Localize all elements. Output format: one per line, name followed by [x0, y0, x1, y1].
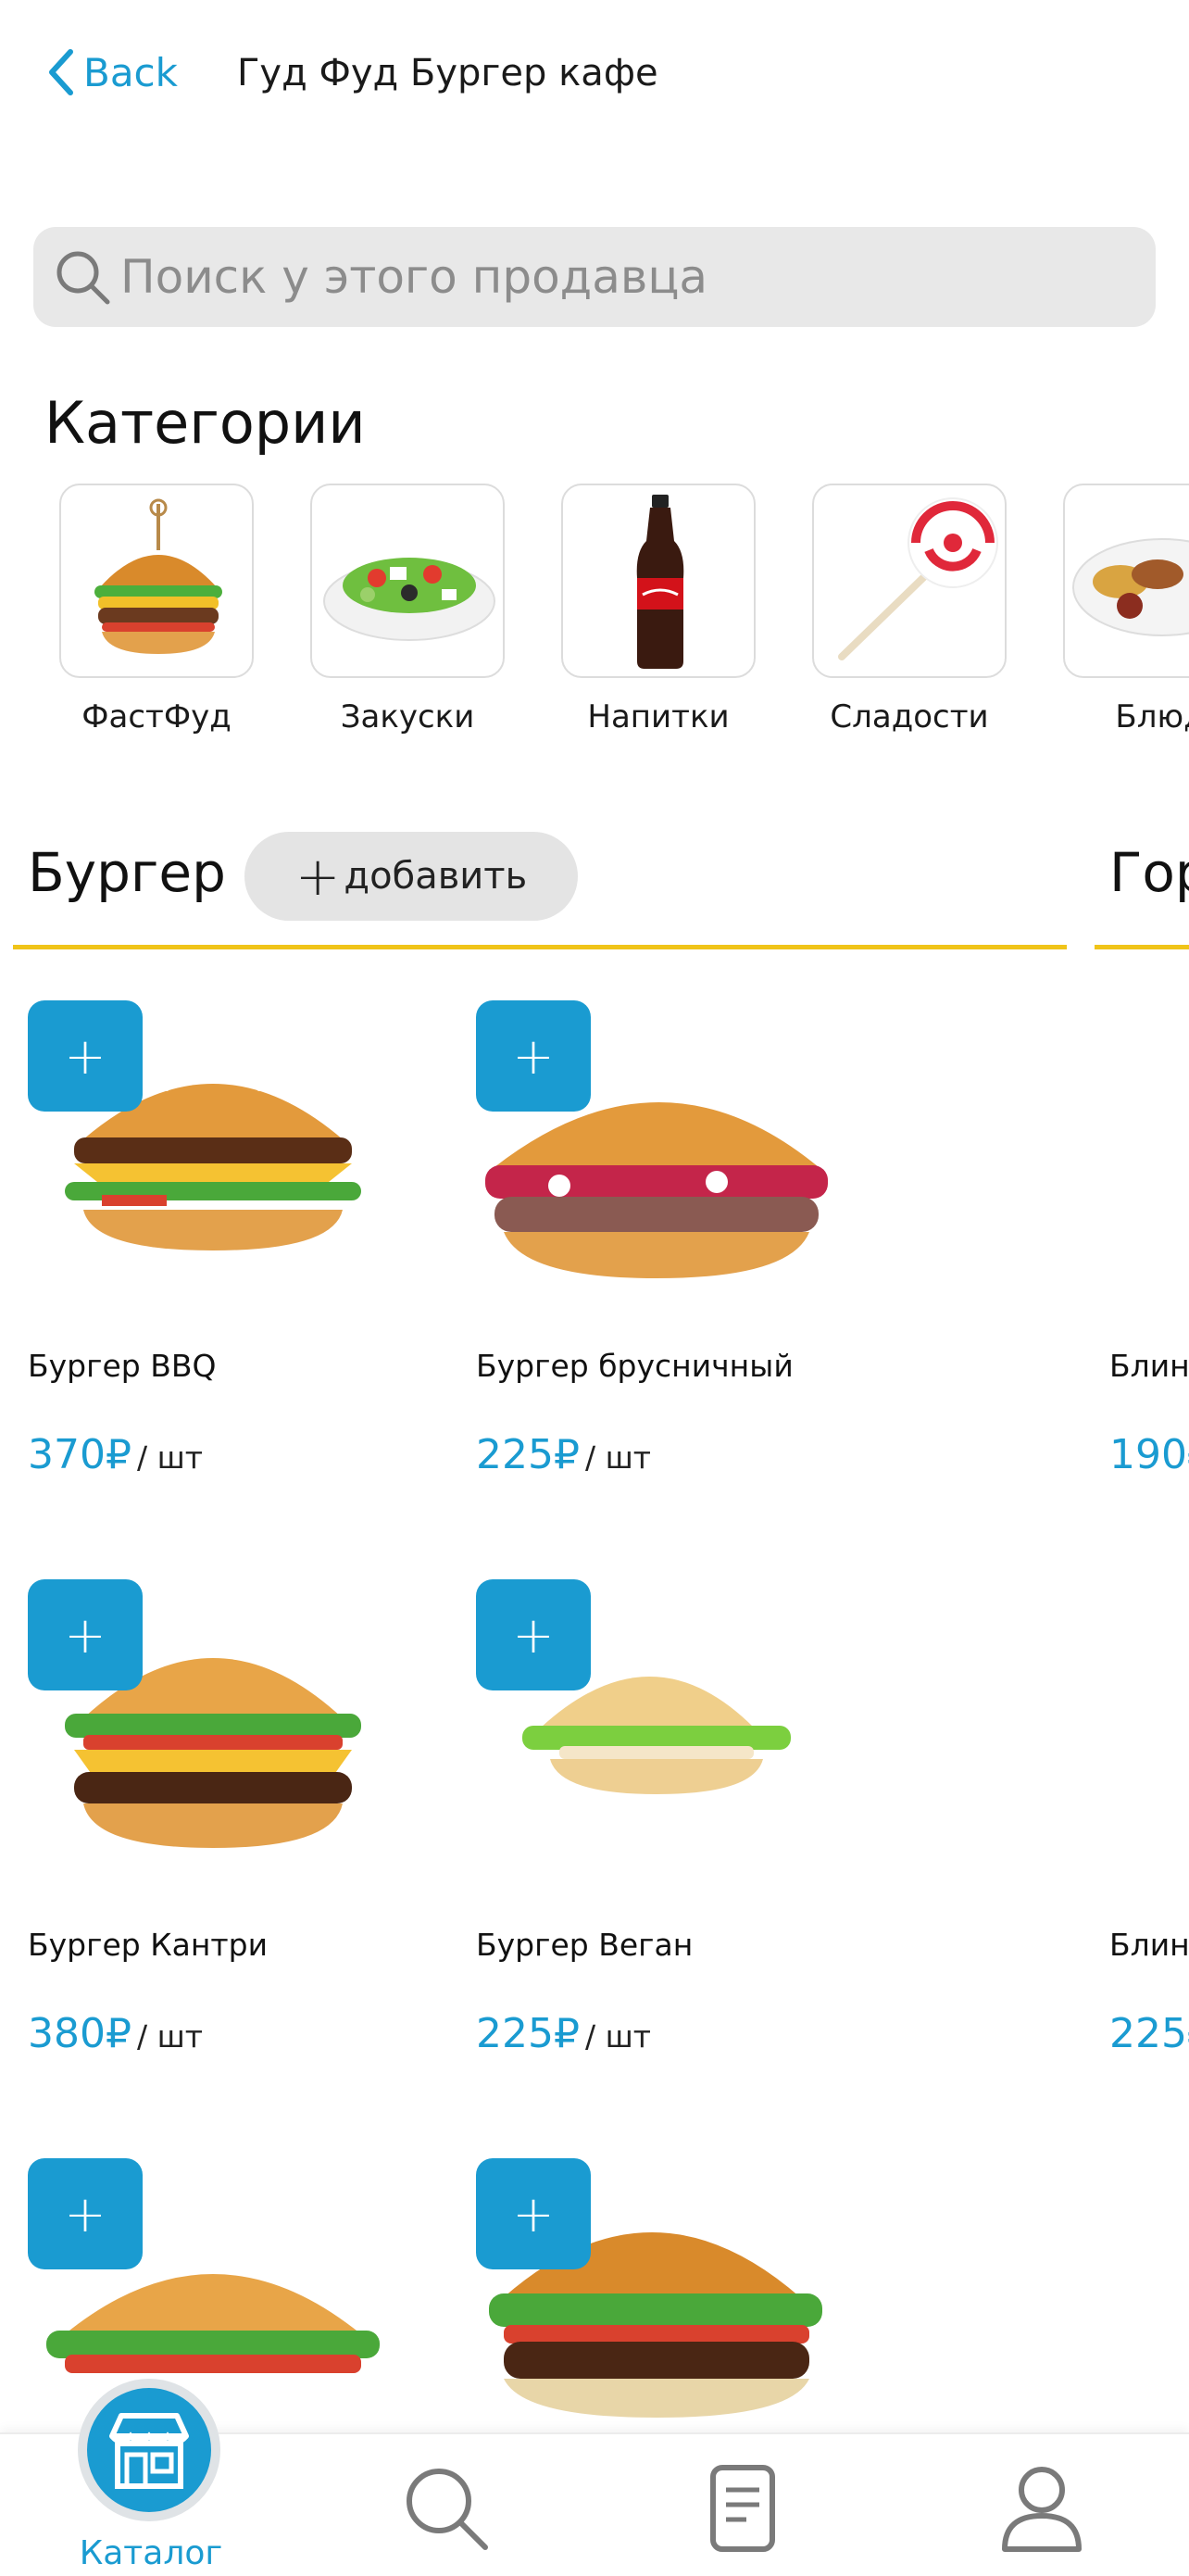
product-card-partial[interactable]: Блин 190₽ [1109, 1000, 1189, 1482]
price-value: 225₽ [476, 1431, 580, 1478]
search-input[interactable] [120, 250, 1120, 304]
category-label: Сладости [830, 698, 989, 735]
add-to-cart-button[interactable]: + [28, 1579, 143, 1690]
product-price: 225₽ / шт [476, 1431, 651, 1478]
tab-catalog[interactable] [78, 2379, 220, 2521]
product-name: Бургер Кантри [28, 1927, 269, 1963]
category-drinks[interactable]: Напитки [561, 484, 756, 735]
cola-bottle-image [561, 484, 756, 678]
price-value: 380₽ [28, 2010, 131, 2057]
price-value: 370₽ [28, 1431, 131, 1478]
tab-profile[interactable] [995, 2462, 1088, 2555]
search-bar[interactable] [33, 227, 1156, 327]
tab-orders[interactable] [696, 2462, 789, 2555]
product-price: 225₽ [1109, 2010, 1189, 2057]
product-price: 380₽ / шт [28, 2010, 203, 2057]
product-name: Бургер брусничный [476, 1348, 794, 1384]
category-label: Закуски [340, 698, 475, 735]
product-price: 190₽ [1109, 1431, 1189, 1478]
search-icon [407, 2469, 488, 2550]
product-card-partial[interactable]: Блин 225₽ [1109, 1579, 1189, 2061]
category-label: ФастФуд [81, 698, 232, 735]
plus-icon: + [294, 845, 341, 908]
search-icon [56, 251, 110, 305]
price-unit: / шт [584, 2018, 652, 2055]
price-unit: / шт [584, 1439, 652, 1476]
document-icon [710, 2465, 775, 2552]
category-dishes[interactable]: Блюд [1063, 484, 1189, 735]
add-to-cart-button[interactable]: + [28, 1000, 143, 1112]
dish-image [1063, 484, 1189, 678]
user-icon [1002, 2467, 1082, 2552]
back-label: Back [83, 49, 178, 95]
category-fastfood[interactable]: ФастФуд [59, 484, 254, 735]
back-button[interactable]: Back [44, 48, 178, 96]
header: Back Гуд Фуд Бургер кафе [0, 0, 1189, 157]
product-name: Бургер Веган [476, 1927, 694, 1963]
add-to-cart-button[interactable]: + [476, 1000, 591, 1112]
burger-image [59, 484, 254, 678]
tab-catalog-label[interactable]: Каталог [54, 2534, 248, 2572]
category-label: Напитки [587, 698, 730, 735]
lollipop-image [812, 484, 1007, 678]
product-name: Блин [1109, 1348, 1189, 1384]
add-to-cart-button[interactable]: + [476, 2158, 591, 2269]
price-value: 225₽ [476, 2010, 580, 2057]
section-title: Бургер [28, 841, 226, 904]
chevron-left-icon [49, 49, 73, 95]
product-price: 225₽ / шт [476, 2010, 651, 2057]
price-unit: / шт [136, 2018, 204, 2055]
category-sweets[interactable]: Сладости [812, 484, 1007, 735]
store-icon [109, 2413, 189, 2489]
product-name: Бургер BBQ [28, 1348, 217, 1384]
category-label: Блюд [1115, 698, 1189, 735]
page-title: Гуд Фуд Бургер кафе [237, 52, 658, 94]
add-to-cart-button[interactable]: + [28, 2158, 143, 2269]
product-name: Блин [1109, 1927, 1189, 1963]
categories-carousel[interactable]: ФастФуд Закуски Напитки Сладости Блю [0, 484, 1189, 743]
next-section-underline [1095, 945, 1189, 949]
bottom-tab-bar: Каталог [0, 2379, 1189, 2576]
add-label: добавить [344, 855, 528, 898]
tab-search[interactable] [400, 2462, 493, 2555]
add-to-cart-button[interactable]: + [476, 1579, 591, 1690]
categories-heading: Категории [44, 389, 366, 457]
price-unit: / шт [136, 1439, 204, 1476]
salad-image [310, 484, 505, 678]
add-to-section-button[interactable]: + добавить [244, 832, 578, 921]
category-snacks[interactable]: Закуски [310, 484, 505, 735]
product-price: 370₽ / шт [28, 1431, 203, 1478]
section-underline [13, 945, 1067, 949]
next-section-title[interactable]: Гор [1109, 841, 1189, 904]
